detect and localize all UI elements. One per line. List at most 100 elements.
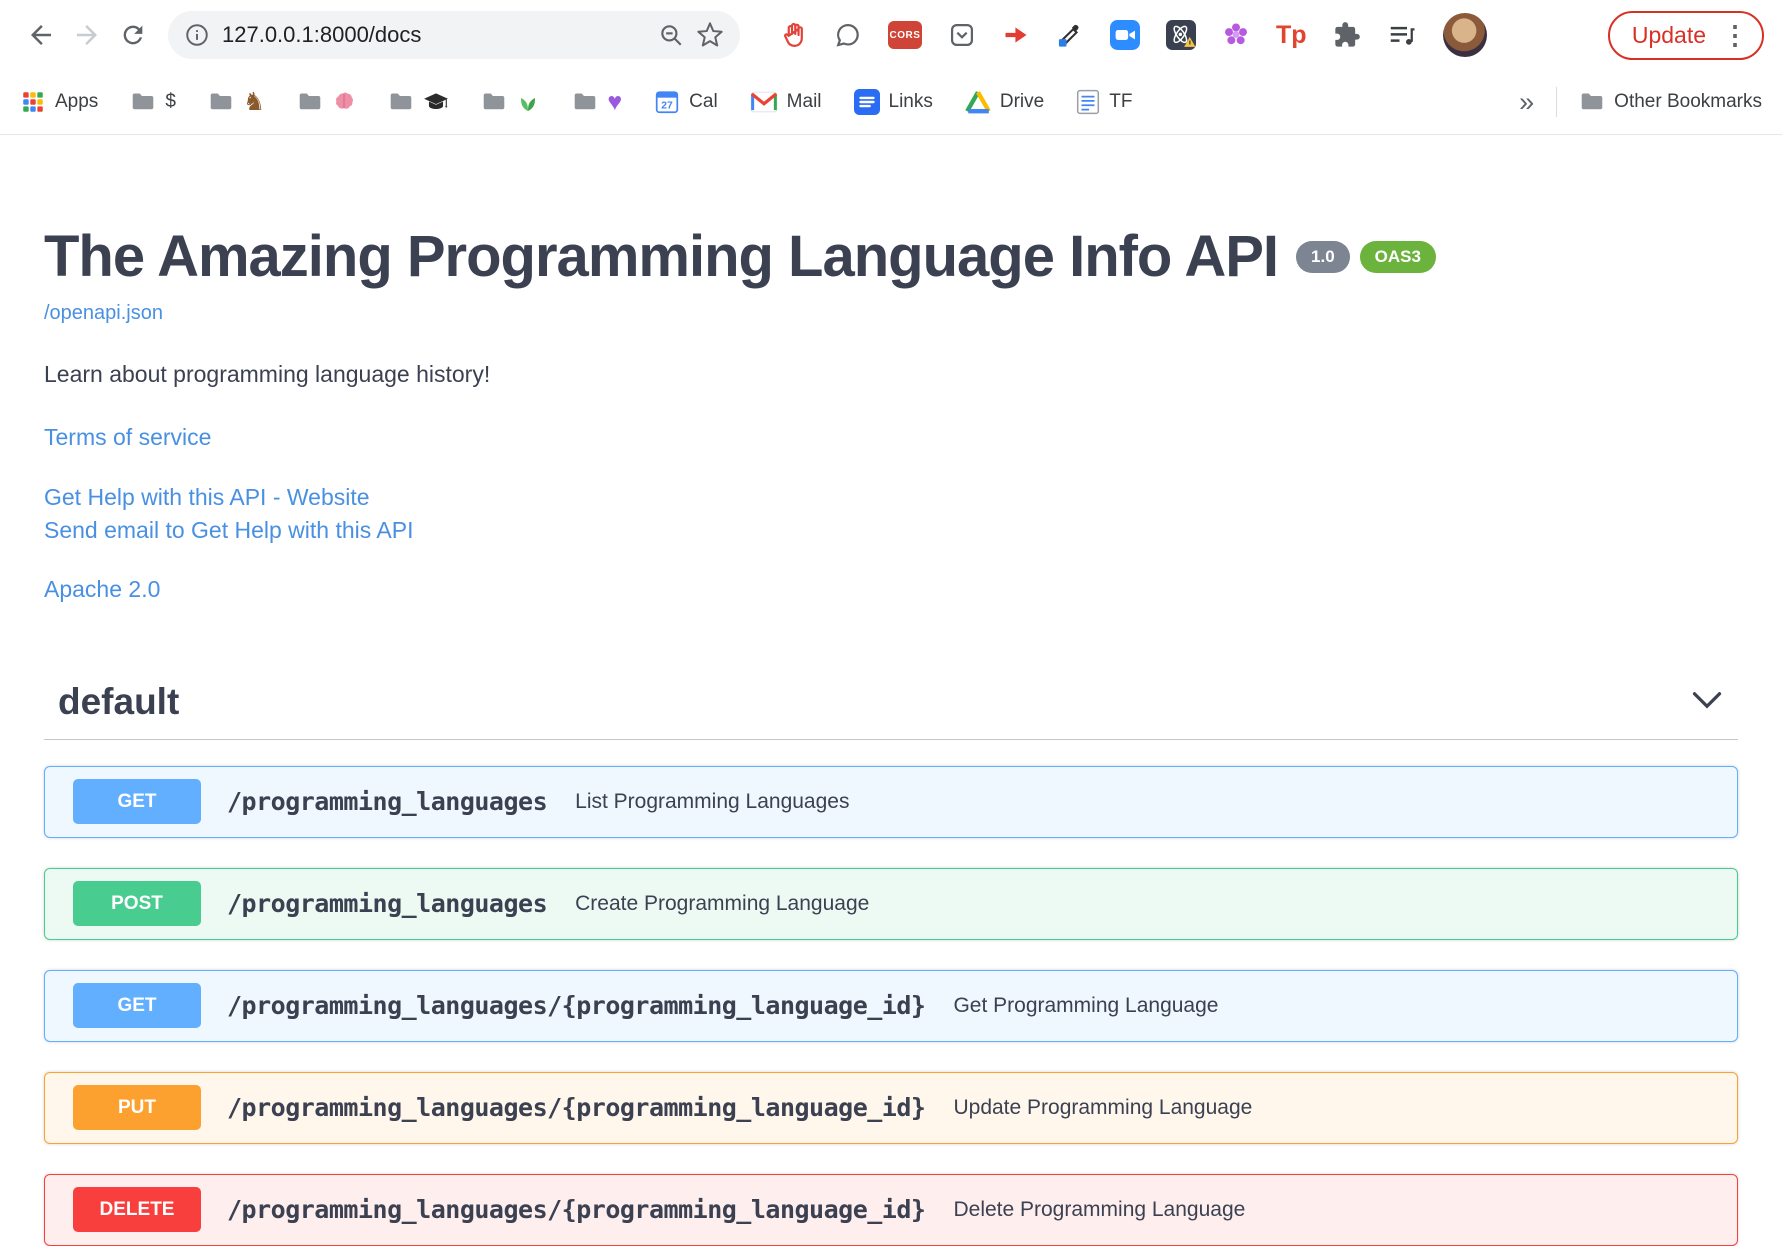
endpoint-row[interactable]: POST /programming_languages Create Progr… bbox=[44, 867, 1738, 940]
color-picker-extension[interactable] bbox=[1056, 18, 1084, 52]
bookmarks-bar: Apps $ ♞ ♥ 27 Cal Mail Links Drive TF » … bbox=[0, 70, 1782, 135]
other-bookmarks[interactable]: Other Bookmarks bbox=[1579, 89, 1762, 115]
method-badge: GET bbox=[73, 983, 201, 1029]
bookmark-links[interactable]: Links bbox=[853, 89, 933, 115]
video-camera-extension[interactable] bbox=[1110, 18, 1140, 52]
bookmarks-separator bbox=[1556, 87, 1558, 117]
api-info: The Amazing Programming Language Info AP… bbox=[44, 135, 1738, 603]
calendar-icon: 27 bbox=[655, 91, 679, 114]
stop-hand-extension[interactable] bbox=[780, 18, 808, 52]
browser-toolbar: 127.0.0.1:8000/docs CORS Tp Update ⋮ bbox=[0, 0, 1782, 70]
chat-bubble-extension[interactable] bbox=[834, 18, 862, 52]
website-link[interactable]: Get Help with this API - Website bbox=[44, 481, 1738, 514]
section-header-default[interactable]: default bbox=[44, 681, 1738, 740]
save-pocket-extension[interactable] bbox=[948, 18, 976, 52]
puzzle-icon bbox=[1334, 22, 1360, 47]
bookmark-label: $ bbox=[165, 91, 176, 112]
gmail-icon bbox=[750, 91, 777, 113]
cors-icon: CORS bbox=[888, 21, 922, 49]
bookmark-label: Drive bbox=[999, 91, 1045, 112]
url-text: 127.0.0.1:8000/docs bbox=[222, 22, 422, 47]
profile-avatar[interactable] bbox=[1442, 13, 1487, 57]
purple-heart-icon: ♥ bbox=[607, 87, 623, 116]
update-label: Update bbox=[1631, 21, 1706, 48]
api-description: Learn about programming language history… bbox=[44, 360, 491, 387]
endpoint-row[interactable]: PUT /programming_languages/{programming_… bbox=[44, 1071, 1738, 1144]
bookmark-label: Links bbox=[888, 91, 933, 112]
folder-icon bbox=[391, 93, 412, 110]
media-queue-extension[interactable] bbox=[1387, 18, 1417, 52]
other-bookmarks-label: Other Bookmarks bbox=[1614, 91, 1762, 112]
endpoint-summary: Create Programming Language bbox=[575, 891, 870, 915]
forward-button[interactable] bbox=[64, 12, 110, 58]
bookmark-label: Cal bbox=[689, 91, 718, 112]
endpoint-path: /programming_languages/{programming_lang… bbox=[227, 991, 926, 1021]
bookmark-drive[interactable]: Drive bbox=[965, 90, 1044, 114]
terms-of-service-link[interactable]: Terms of service bbox=[44, 424, 211, 451]
purple-flower-icon bbox=[1225, 23, 1247, 45]
method-badge: PUT bbox=[73, 1085, 201, 1131]
atom-warning-extension[interactable] bbox=[1166, 18, 1196, 52]
chat-bubble-icon bbox=[836, 23, 859, 47]
badges: 1.0 OAS3 bbox=[1296, 241, 1436, 273]
endpoint-row[interactable]: GET /programming_languages/{programming_… bbox=[44, 969, 1738, 1042]
text-expander-icon: Tp bbox=[1276, 20, 1307, 49]
drive-icon bbox=[965, 91, 991, 114]
collapse-section-button[interactable] bbox=[1688, 687, 1726, 716]
color-picker-icon bbox=[1058, 24, 1079, 47]
email-link[interactable]: Send email to Get Help with this API bbox=[44, 514, 1738, 547]
folder-icon bbox=[133, 93, 154, 110]
bookmark-tf[interactable]: TF bbox=[1076, 89, 1132, 115]
oas3-badge: OAS3 bbox=[1359, 241, 1436, 273]
reload-button[interactable] bbox=[110, 12, 156, 58]
browser-menu-icon[interactable]: ⋮ bbox=[1722, 22, 1748, 48]
update-button[interactable]: Update ⋮ bbox=[1607, 10, 1764, 60]
cors-extension[interactable]: CORS bbox=[888, 18, 922, 52]
purple-flower-extension[interactable] bbox=[1222, 18, 1250, 52]
folder-icon bbox=[1581, 93, 1603, 110]
bookmark-folder-brain[interactable] bbox=[297, 89, 356, 115]
bookmarks-right-group: » Other Bookmarks bbox=[1519, 87, 1762, 118]
stop-hand-icon bbox=[784, 23, 803, 47]
extensions-row: CORS Tp bbox=[780, 18, 1417, 52]
zoom-icon[interactable] bbox=[658, 22, 684, 48]
folder-icon bbox=[300, 93, 321, 110]
endpoint-summary: List Programming Languages bbox=[575, 789, 850, 813]
bookmark-gmail[interactable]: Mail bbox=[750, 91, 822, 113]
bookmark-star-icon[interactable] bbox=[696, 21, 724, 49]
bookmark-folder-favorites[interactable]: ♥ bbox=[572, 89, 622, 115]
endpoint-path: /programming_languages bbox=[227, 889, 548, 919]
bookmarks-overflow-chevron[interactable]: » bbox=[1519, 87, 1534, 118]
endpoint-list: GET /programming_languages List Programm… bbox=[44, 765, 1738, 1246]
reload-icon bbox=[123, 25, 143, 45]
save-chevron-icon bbox=[950, 23, 974, 47]
back-button[interactable] bbox=[18, 12, 64, 58]
bookmark-apps[interactable]: Apps bbox=[20, 89, 98, 115]
bookmark-folder-plants[interactable] bbox=[481, 89, 540, 115]
openapi-json-link[interactable]: /openapi.json bbox=[44, 302, 163, 325]
brain-icon bbox=[336, 92, 354, 109]
bookmark-label: Apps bbox=[55, 91, 99, 112]
site-info-icon[interactable] bbox=[184, 22, 210, 48]
bookmark-folder-finance[interactable]: $ bbox=[130, 89, 176, 115]
address-bar[interactable]: 127.0.0.1:8000/docs bbox=[168, 11, 740, 59]
bookmark-calendar[interactable]: 27 Cal bbox=[654, 89, 718, 115]
endpoint-summary: Delete Programming Language bbox=[953, 1197, 1246, 1221]
back-arrow-icon bbox=[31, 25, 51, 45]
apps-grid-icon bbox=[23, 92, 43, 112]
endpoint-row[interactable]: DELETE /programming_languages/{programmi… bbox=[44, 1173, 1738, 1246]
license-link[interactable]: Apache 2.0 bbox=[44, 576, 160, 603]
folder-icon bbox=[575, 93, 596, 110]
bookmark-folder-horse[interactable]: ♞ bbox=[208, 89, 265, 115]
text-expander-extension[interactable]: Tp bbox=[1276, 18, 1307, 52]
bookmark-folder-school[interactable] bbox=[388, 89, 449, 115]
graduation-cap-icon bbox=[424, 93, 449, 110]
api-docs-page: The Amazing Programming Language Info AP… bbox=[0, 135, 1782, 1246]
atom-warning-icon bbox=[1166, 20, 1196, 50]
extensions-menu-button[interactable] bbox=[1333, 18, 1361, 52]
contact-links: Get Help with this API - Website Send em… bbox=[44, 481, 1738, 548]
endpoint-row[interactable]: GET /programming_languages List Programm… bbox=[44, 765, 1738, 838]
redirect-arrow-extension[interactable] bbox=[1002, 18, 1030, 52]
bookmark-label: Mail bbox=[786, 91, 822, 112]
herb-icon bbox=[521, 98, 536, 111]
